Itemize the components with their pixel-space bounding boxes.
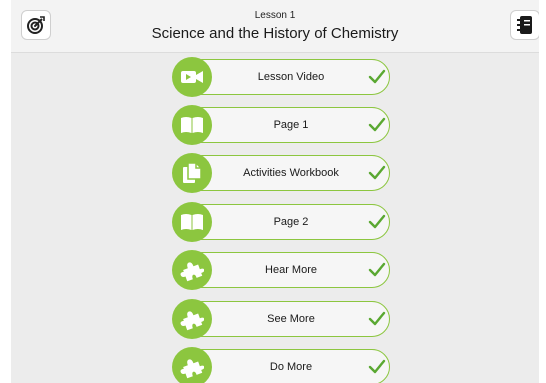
item-icon-circle [172,347,212,383]
item-icon-circle [172,105,212,145]
item-icon-circle [172,250,212,290]
puzzle-icon [180,262,204,282]
item-label: See More [267,313,315,325]
notebook-button[interactable] [510,10,539,40]
puzzle-icon [180,311,204,331]
item-label: Hear More [265,264,317,276]
lesson-screen: Lesson 1 Science and the History of Chem… [11,0,539,383]
list-item-see-more[interactable]: See More [172,299,392,339]
checkmark-icon [368,262,386,277]
list-item-do-more[interactable]: Do More [172,347,392,383]
page-title: Science and the History of Chemistry [151,25,399,42]
book-icon [181,117,203,133]
checkmark-icon [368,117,386,132]
item-icon-circle [172,57,212,97]
list-item-hear-more[interactable]: Hear More [172,250,392,290]
puzzle-icon [180,359,204,379]
item-label: Page 2 [273,216,309,228]
list-item-page-2[interactable]: Page 2 [172,202,392,242]
lesson-number: Lesson 1 [254,10,296,21]
list-item-page-1[interactable]: Page 1 [172,105,392,145]
checkmark-icon [368,359,386,374]
item-label: Activities Workbook [243,167,339,179]
video-camera-icon [181,71,203,83]
item-icon-circle [172,202,212,242]
header-bar: Lesson 1 Science and the History of Chem… [11,0,539,53]
item-label: Page 1 [273,119,309,131]
notebook-icon [517,16,532,34]
checkmark-icon [368,165,386,180]
checkmark-icon [368,214,386,229]
item-icon-circle [172,299,212,339]
item-icon-circle [172,153,212,193]
list-item-activities-workbook[interactable]: Activities Workbook [172,153,392,193]
checkmark-icon [368,311,386,326]
item-label: Lesson Video [257,71,325,83]
checkmark-icon [368,69,386,84]
list-item-lesson-video[interactable]: Lesson Video [172,57,392,97]
book-icon [181,214,203,230]
item-label: Do More [269,361,313,373]
documents-icon [183,162,202,183]
